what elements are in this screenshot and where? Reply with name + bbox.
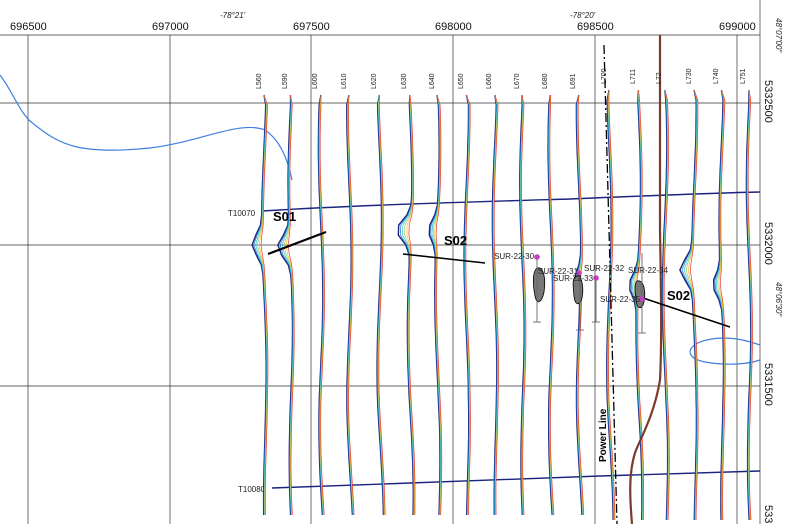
line-name-label: L730	[686, 68, 693, 84]
drillhole-label: SUR-22-30	[494, 252, 535, 261]
line-name-label: L740	[713, 68, 720, 84]
line-name-label: L640	[429, 73, 436, 89]
tie-line-label: T10070	[228, 209, 256, 218]
profile-line-trace	[428, 94, 441, 516]
zone-axis	[402, 253, 486, 264]
easting-label: 699000	[719, 21, 756, 33]
line-name-label: L700	[601, 68, 608, 84]
line-name-label: L620	[371, 73, 378, 89]
line-name-label: L670	[514, 73, 521, 89]
drillhole-label: SUR-22-33	[553, 274, 594, 283]
road	[629, 35, 663, 524]
line-name-label: L711	[630, 69, 637, 84]
line-name-label: L751	[740, 68, 747, 84]
line-name-label: L691	[570, 73, 577, 89]
easting-label: 696500	[10, 21, 47, 33]
northing-label: 533	[762, 505, 774, 523]
latitude-label: 48°06'30"	[774, 282, 783, 317]
zone-label: S02	[444, 233, 467, 248]
tie-line	[271, 470, 761, 489]
line-name-label: L600	[312, 73, 319, 89]
line-name-label: L610	[341, 73, 348, 89]
zone-axis	[267, 230, 327, 256]
longitude-label: -78°21'	[220, 11, 246, 20]
zone-label: S01	[273, 209, 296, 224]
profile-lines	[251, 89, 753, 521]
line-labels: L560 L590 L600 L610 L620 L630 L640 L650 L660 L670…	[256, 68, 747, 89]
drillhole-label: SUR-22-34	[628, 266, 669, 275]
tie-line-label: T10080	[238, 485, 266, 494]
northing-label: 5332500	[762, 80, 774, 123]
northing-label: 5331500	[762, 363, 774, 406]
line-name-label: L560	[256, 73, 263, 89]
easting-label: 697000	[152, 21, 189, 33]
survey-map: 696500 697000 697500 698000 698500 69900…	[0, 0, 783, 524]
easting-label: 698000	[435, 21, 472, 33]
creek	[0, 74, 293, 181]
line-name-label: L630	[401, 73, 408, 89]
northing-label: 5332000	[762, 222, 774, 265]
line-name-label: L660	[486, 73, 493, 89]
drillhole-label: SUR-22-35	[600, 295, 641, 304]
latitude-label: 48°07'00"	[774, 18, 783, 53]
power-line-label: Power Line	[598, 408, 609, 462]
drillhole-label: SUR-22-32	[584, 264, 625, 273]
line-name-label: L590	[282, 73, 289, 89]
longitude-label: -78°20'	[570, 11, 596, 20]
easting-label: 697500	[293, 21, 330, 33]
zone-label: S02	[667, 288, 690, 303]
easting-label: 698500	[577, 21, 614, 33]
line-name-label: L680	[542, 73, 549, 89]
tie-line	[261, 191, 761, 212]
line-name-label: L650	[458, 73, 465, 89]
line-name-label: L72	[656, 72, 663, 84]
profile-line-trace	[397, 94, 415, 516]
